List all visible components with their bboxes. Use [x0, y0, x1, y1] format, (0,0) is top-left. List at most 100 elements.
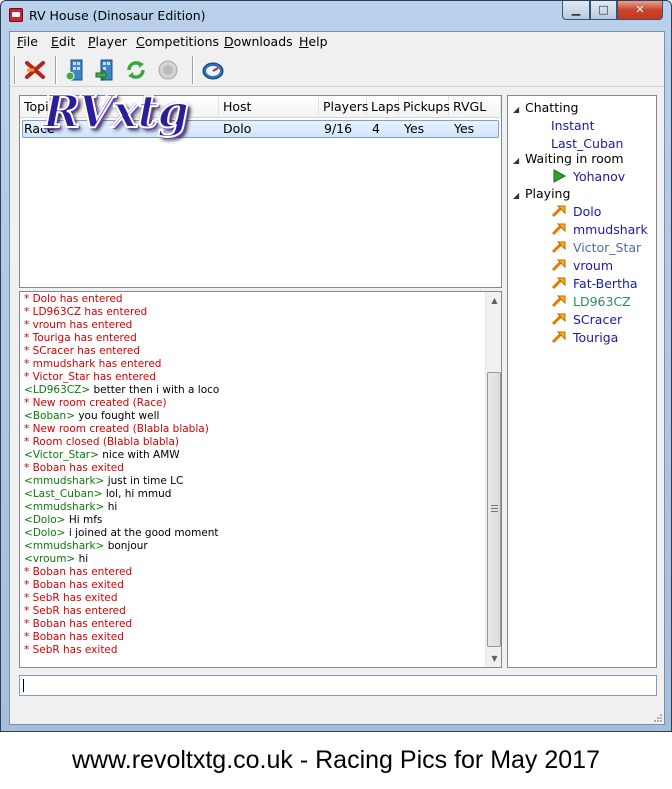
- nick-bracket-close: >: [66, 410, 79, 422]
- nick-bracket-close: >: [95, 475, 108, 487]
- expand-triangle-icon[interactable]: ◢: [513, 191, 525, 200]
- scroll-down-button[interactable]: ▼: [486, 650, 501, 667]
- chat-message: you fought well: [78, 410, 160, 422]
- app-icon[interactable]: [9, 8, 23, 22]
- nick-bracket-close: >: [81, 384, 94, 396]
- chat-scrollbar[interactable]: ▲ ▼: [485, 292, 501, 667]
- system-message: * Touriga has entered: [24, 332, 137, 344]
- scroll-thumb[interactable]: [487, 372, 501, 647]
- column-rvgl[interactable]: RVGL: [449, 96, 501, 118]
- chat-message: hi: [107, 501, 118, 513]
- user-group-label: Chatting: [525, 100, 579, 115]
- nick-bracket-open: <: [24, 527, 33, 539]
- expand-triangle-icon[interactable]: ◢: [513, 156, 525, 165]
- maximize-button[interactable]: □: [590, 1, 617, 20]
- refresh-button[interactable]: [123, 57, 149, 83]
- user-tree[interactable]: ◢ Chatting Instant Last_Cuban ◢ Waiting in ro…: [507, 95, 657, 668]
- chat-line: * Victor_Star has entered: [24, 371, 482, 384]
- menu-downloads[interactable]: Downloads: [224, 34, 293, 49]
- system-message: * Boban has exited: [24, 462, 124, 474]
- chat-line: * SebR has exited: [24, 644, 482, 657]
- nick-bracket-open: <: [24, 514, 33, 526]
- user-name: mmudshark: [573, 222, 648, 237]
- speedometer-icon: [202, 62, 224, 80]
- chat-message: lol, hi mmud: [105, 488, 172, 500]
- system-message: * SCracer has entered: [24, 345, 141, 357]
- user-name: vroum: [573, 258, 614, 273]
- user-item[interactable]: Dolo: [551, 204, 601, 219]
- menu-help[interactable]: Help: [299, 34, 328, 49]
- expand-triangle-icon[interactable]: ◢: [513, 105, 525, 114]
- join-room-button[interactable]: [93, 57, 119, 83]
- chat-nick[interactable]: Boban: [33, 410, 66, 422]
- user-item[interactable]: vroum: [551, 258, 613, 273]
- minimize-button[interactable]: ▁: [562, 1, 590, 20]
- user-item[interactable]: mmudshark: [551, 222, 648, 237]
- chat-nick[interactable]: mmudshark: [33, 501, 96, 513]
- menu-file[interactable]: File: [17, 34, 38, 49]
- chat-line: * SebR has exited: [24, 592, 482, 605]
- column-pickups[interactable]: Pickups: [399, 96, 450, 118]
- user-item[interactable]: SCracer: [551, 312, 622, 327]
- speedometer-button[interactable]: [200, 57, 226, 83]
- racing-icon: [551, 223, 566, 236]
- system-message: * Boban has entered: [24, 566, 133, 578]
- user-item[interactable]: Touriga: [551, 330, 618, 345]
- chat-line: <Dolo> Hi mfs: [24, 514, 482, 527]
- chat-nick[interactable]: Last_Cuban: [33, 488, 94, 500]
- chat-input[interactable]: [19, 675, 657, 696]
- menu-bar: File Edit Player Competitions Downloads …: [10, 32, 664, 52]
- chat-nick[interactable]: LD963CZ: [33, 384, 82, 396]
- user-name: Instant: [551, 118, 595, 133]
- chat-message: hi: [78, 553, 89, 565]
- nick-bracket-close: >: [95, 501, 108, 513]
- chat-nick[interactable]: mmudshark: [33, 475, 96, 487]
- user-item[interactable]: LD963CZ: [551, 294, 631, 309]
- title-bar[interactable]: RV House (Dinosaur Edition) ▁ □ ✕: [1, 1, 671, 31]
- menu-edit[interactable]: Edit: [51, 34, 75, 49]
- close-button[interactable]: ✕: [617, 1, 663, 20]
- user-group-2[interactable]: ◢ Playing: [513, 186, 570, 201]
- user-group-1[interactable]: ◢ Waiting in room: [513, 151, 624, 166]
- user-name: Dolo: [573, 204, 602, 219]
- chat-nick[interactable]: vroum: [33, 553, 67, 565]
- chat-nick[interactable]: Victor_Star: [33, 449, 90, 461]
- menu-player[interactable]: Player: [88, 34, 127, 49]
- chat-line: * Touriga has entered: [24, 332, 482, 345]
- chat-line: * Boban has exited: [24, 631, 482, 644]
- user-group-0[interactable]: ◢ Chatting: [513, 100, 578, 115]
- column-host[interactable]: Host: [219, 96, 319, 118]
- disabled-button[interactable]: [155, 57, 181, 83]
- chat-line: * Room closed (Blabla blabla): [24, 436, 482, 449]
- column-players[interactable]: Players: [319, 96, 368, 118]
- disconnect-button[interactable]: [22, 57, 48, 83]
- footer-caption: www.revoltxtg.co.uk - Racing Pics for Ma…: [72, 746, 600, 774]
- racing-icon: [551, 259, 566, 272]
- system-message: * New room created (Race): [24, 397, 167, 409]
- user-item[interactable]: Fat-Bertha: [551, 276, 638, 291]
- chat-line: <mmudshark> bonjour: [24, 540, 482, 553]
- menu-competitions[interactable]: Competitions: [136, 34, 219, 49]
- user-item[interactable]: Yohanov: [551, 169, 625, 184]
- chat-nick[interactable]: Dolo: [33, 527, 57, 539]
- nick-bracket-close: >: [95, 540, 108, 552]
- toolbar-separator: [55, 56, 57, 84]
- resize-grip-icon[interactable]: [653, 713, 663, 723]
- chat-log[interactable]: * Dolo has entered * LD963CZ has entered *…: [19, 291, 502, 668]
- column-laps[interactable]: Laps: [367, 96, 400, 118]
- user-name: Touriga: [573, 330, 619, 345]
- nick-bracket-open: <: [24, 553, 33, 565]
- chat-line: * SCracer has entered: [24, 345, 482, 358]
- system-message: * Dolo has entered: [24, 293, 123, 305]
- scroll-up-button[interactable]: ▲: [486, 292, 501, 309]
- create-room-button[interactable]: [63, 57, 89, 83]
- chat-line: * Boban has entered: [24, 566, 482, 579]
- user-item[interactable]: Instant: [551, 118, 595, 133]
- window-title: RV House (Dinosaur Edition): [29, 8, 206, 23]
- chat-nick[interactable]: mmudshark: [33, 540, 96, 552]
- chat-line: <Dolo> i joined at the good moment: [24, 527, 482, 540]
- chat-nick[interactable]: Dolo: [33, 514, 57, 526]
- chat-message: bonjour: [107, 540, 148, 552]
- user-item[interactable]: Victor_Star: [551, 240, 641, 255]
- user-item[interactable]: Last_Cuban: [551, 136, 623, 151]
